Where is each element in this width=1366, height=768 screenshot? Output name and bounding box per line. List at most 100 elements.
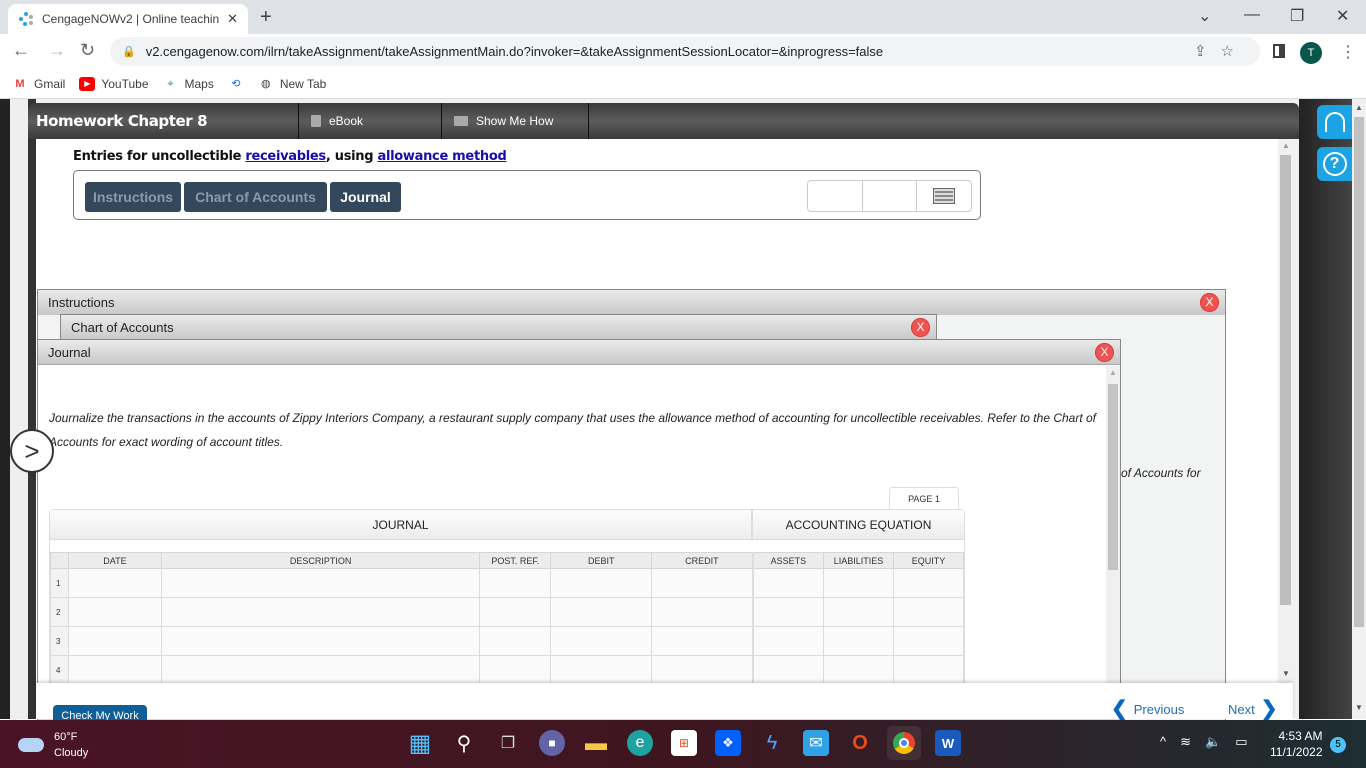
mail-icon[interactable]: ✉ [803,730,829,756]
clock[interactable]: 4:53 AM 11/1/2022 [1270,728,1323,760]
page-scrollbar[interactable]: ▲ ▼ [1352,99,1366,719]
content-scrollbar[interactable]: ▲ ▼ [1278,139,1293,687]
scroll-up-icon[interactable]: ▲ [1109,368,1117,377]
new-tab-button[interactable]: + [260,6,272,29]
date-cell[interactable] [67,568,162,598]
menu-kebab-icon[interactable]: ⋮ [1340,42,1356,62]
office-icon[interactable]: O [847,730,873,756]
equity-cell[interactable] [893,626,964,656]
assets-cell[interactable] [751,626,825,656]
profile-avatar[interactable]: T [1300,42,1322,64]
close-chart-icon[interactable]: X [911,318,930,337]
side-panel-icon[interactable] [1273,44,1285,58]
scroll-thumb[interactable] [1108,384,1118,570]
help-button[interactable]: ? [1317,147,1352,181]
browser-tab[interactable]: CengageNOWv2 | Online teachin ✕ [8,4,248,34]
tool-slot-2[interactable] [863,181,918,211]
share-icon[interactable]: ⇪ [1194,43,1221,60]
description-cell[interactable] [160,597,481,627]
assets-cell[interactable] [751,597,825,627]
debit-cell[interactable] [550,597,653,627]
reload-icon[interactable]: ↻ [80,40,95,61]
scroll-up-icon[interactable]: ▲ [1282,141,1290,150]
battery-icon[interactable]: ▭ [1235,734,1247,750]
equity-cell[interactable] [893,597,964,627]
url-text[interactable]: v2.cengagenow.com/ilrn/takeAssignment/ta… [146,44,883,59]
search-icon[interactable]: ⚲ [451,730,477,756]
file-explorer-icon[interactable]: ▬ [583,730,609,756]
address-bar[interactable]: 🔒 v2.cengagenow.com/ilrn/takeAssignment/… [110,37,1260,66]
bookmark-maps[interactable]: ⌖ Maps [163,77,213,91]
journal-panel-header[interactable]: Journal X [38,340,1120,365]
receivables-link[interactable]: receivables [245,149,326,164]
assets-cell[interactable] [751,568,825,598]
scroll-thumb[interactable] [1354,117,1364,627]
liabilities-cell[interactable] [823,655,894,685]
bookmark-history[interactable]: ⟲ [228,77,244,91]
equity-cell[interactable] [893,568,964,598]
power-automate-icon[interactable]: ϟ [759,730,785,756]
back-icon[interactable]: ← [12,40,30,61]
store-icon[interactable]: ⊞ [671,730,697,756]
liabilities-cell[interactable] [823,568,894,598]
debit-cell[interactable] [550,626,653,656]
previous-button[interactable]: ❮ Previous [1111,699,1184,719]
weather-widget[interactable]: 60°F Cloudy [18,729,88,761]
description-cell[interactable] [160,568,481,598]
credit-cell[interactable] [651,626,754,656]
description-cell[interactable] [160,655,481,685]
windows-start-icon[interactable]: ▦ [407,730,433,757]
forward-icon[interactable]: → [48,40,66,61]
close-instructions-icon[interactable]: X [1200,293,1219,312]
bookmark-youtube[interactable]: ▶ YouTube [79,77,149,91]
post-ref-cell[interactable] [479,655,552,685]
scroll-down-icon[interactable]: ▼ [1282,669,1290,678]
bookmark-gmail[interactable]: M Gmail [12,77,65,91]
post-ref-cell[interactable] [479,626,552,656]
wifi-icon[interactable]: ≋ [1180,734,1191,750]
tool-slot-1[interactable] [808,181,863,211]
date-cell[interactable] [67,655,162,685]
date-cell[interactable] [67,597,162,627]
post-ref-cell[interactable] [479,597,552,627]
credit-cell[interactable] [651,568,754,598]
tab-close-icon[interactable]: ✕ [227,11,238,27]
assets-cell[interactable] [751,655,825,685]
minimize-icon[interactable]: — [1244,6,1260,24]
scroll-thumb[interactable] [1280,155,1291,605]
tab-chart-of-accounts[interactable]: Chart of Accounts [184,182,327,212]
expand-sidebar-button[interactable]: > [10,429,54,473]
instructions-panel-header[interactable]: Instructions X [38,290,1225,315]
close-journal-icon[interactable]: X [1095,343,1114,362]
tab-journal[interactable]: Journal [330,182,401,212]
liabilities-cell[interactable] [823,597,894,627]
next-button[interactable]: Next ❯ [1228,699,1278,719]
ebook-button[interactable]: eBook [299,114,441,128]
list-view-button[interactable] [917,181,971,211]
chrome-taskbar-button[interactable] [887,726,921,760]
volume-icon[interactable]: 🔈 [1205,734,1221,750]
task-view-icon[interactable]: ❐ [495,730,521,756]
close-window-icon[interactable]: ✕ [1336,6,1349,26]
journal-scrollbar[interactable]: ▲ ▼ [1106,366,1120,708]
liabilities-cell[interactable] [823,626,894,656]
chat-icon[interactable]: ■ [539,730,565,756]
dropbox-icon[interactable]: ❖ [715,730,741,756]
bookmark-star-icon[interactable]: ☆ [1221,43,1248,60]
edge-icon[interactable]: e [627,730,653,756]
tab-instructions[interactable]: Instructions [85,182,181,212]
support-button[interactable] [1317,105,1352,139]
word-icon[interactable]: W [935,730,961,756]
show-hidden-icons-icon[interactable]: ^ [1160,734,1166,750]
debit-cell[interactable] [550,655,653,685]
allowance-method-link[interactable]: allowance method [377,149,506,164]
scroll-up-icon[interactable]: ▲ [1355,103,1363,112]
tab-search-icon[interactable]: ⌄ [1198,6,1211,26]
credit-cell[interactable] [651,655,754,685]
debit-cell[interactable] [550,568,653,598]
description-cell[interactable] [160,626,481,656]
date-cell[interactable] [67,626,162,656]
chart-panel-header[interactable]: Chart of Accounts X [61,315,936,340]
bookmark-new-tab[interactable]: ◍ New Tab [258,77,326,91]
notification-badge[interactable]: 5 [1330,737,1346,753]
